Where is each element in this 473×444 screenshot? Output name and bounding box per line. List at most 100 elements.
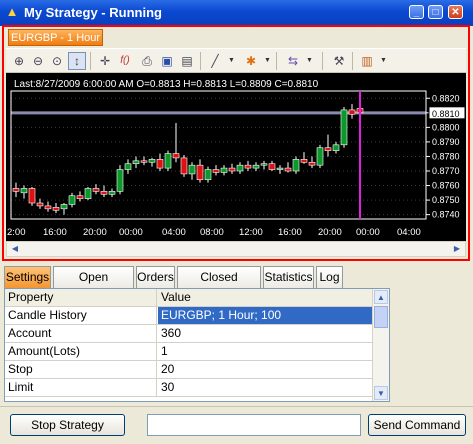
candle-body xyxy=(140,160,148,163)
tab-settings[interactable]: Settings xyxy=(4,266,51,289)
x-tick-label: 00:00 xyxy=(119,227,143,238)
property-name: Account xyxy=(5,325,157,342)
chart-panel: EURGBP - 1 Hour ⊕ ⊖ ⊙ ↕ ✛ f() ⎙ ▣ ▤ ╱ ▼ … xyxy=(2,25,470,261)
chart-tab[interactable]: EURGBP - 1 Hour xyxy=(8,29,103,46)
toolbar-separator xyxy=(352,52,353,70)
line-tool-icon[interactable]: ╱ xyxy=(206,52,224,70)
property-value[interactable]: EURGBP; 1 Hour; 100 xyxy=(158,307,373,324)
candle-body xyxy=(68,195,76,205)
table-row[interactable]: Limit 30 xyxy=(5,379,373,397)
candle-body xyxy=(164,153,172,169)
table-row[interactable]: Account 360 xyxy=(5,325,373,343)
column-header-value[interactable]: Value xyxy=(158,289,373,306)
chart-horizontal-scrollbar[interactable]: ◀ ▶ xyxy=(6,241,466,257)
chevron-down-icon[interactable]: ▼ xyxy=(380,52,387,70)
command-bar: Stop Strategy Send Command xyxy=(0,406,473,444)
candlestick-chart: Last:8/27/2009 6:00:00 AM O=0.8813 H=0.8… xyxy=(6,73,466,241)
send-command-button[interactable]: Send Command xyxy=(368,414,466,436)
stop-strategy-button[interactable]: Stop Strategy xyxy=(10,414,125,436)
x-tick-label: 12:00 xyxy=(239,227,263,238)
candle-body xyxy=(92,188,100,192)
candle-body xyxy=(20,188,28,194)
table-row[interactable]: Stop 20 xyxy=(5,361,373,379)
indicators-icon[interactable]: ⚒ xyxy=(330,52,348,70)
tab-orders[interactable]: Orders xyxy=(136,266,175,288)
candle-body xyxy=(116,169,124,192)
scroll-right-icon[interactable]: ▶ xyxy=(450,243,464,255)
price-chart[interactable]: Last:8/27/2009 6:00:00 AM O=0.8813 H=0.8… xyxy=(6,73,466,241)
candle-body xyxy=(212,169,220,173)
chevron-down-icon[interactable]: ▼ xyxy=(228,52,235,70)
side-panel xyxy=(391,288,469,402)
candle-body xyxy=(44,205,52,210)
table-row[interactable]: Amount(Lots) 1 xyxy=(5,343,373,361)
toolbar-separator xyxy=(322,52,323,70)
cursor-icon[interactable]: ↕ xyxy=(68,52,86,70)
marker-tool-icon[interactable]: ✱ xyxy=(242,52,260,70)
scroll-down-icon[interactable]: ▼ xyxy=(374,386,388,400)
y-tick-label: 0.8800 xyxy=(432,122,460,132)
tab-statistics[interactable]: Statistics xyxy=(263,266,314,288)
candle-body xyxy=(172,153,180,159)
candle-body xyxy=(108,191,116,195)
chart-type-icon[interactable]: ▥ xyxy=(358,52,376,70)
scroll-left-icon[interactable]: ◀ xyxy=(8,243,22,255)
zoom-in-icon[interactable]: ⊕ xyxy=(10,52,28,70)
candle-body xyxy=(188,164,196,175)
scrollbar-thumb[interactable] xyxy=(374,306,388,328)
candle-body xyxy=(292,159,300,172)
chevron-down-icon[interactable]: ▼ xyxy=(264,52,271,70)
scroll-up-icon[interactable]: ▲ xyxy=(374,290,388,304)
window-title: My Strategy - Running xyxy=(24,5,162,20)
property-value[interactable]: 30 xyxy=(158,379,373,396)
toolbar-separator xyxy=(200,52,201,70)
x-tick-label: 2:00 xyxy=(7,227,26,238)
candle-body xyxy=(180,157,188,175)
x-tick-label: 04:00 xyxy=(162,227,186,238)
candle-body xyxy=(76,195,84,199)
y-tick-label: 0.8770 xyxy=(432,166,460,176)
print-icon[interactable]: ⎙ xyxy=(138,52,156,70)
x-tick-label: 20:00 xyxy=(318,227,342,238)
tab-closed-positions[interactable]: Closed Positions xyxy=(177,266,261,304)
y-axis: 0.8820 0.8810 0.8800 0.8790 0.8780 0.8770 0.87… xyxy=(426,93,466,220)
zoom-fit-icon[interactable]: ⊙ xyxy=(48,52,66,70)
object-list-icon[interactable]: ⇆ xyxy=(284,52,302,70)
property-value[interactable]: 360 xyxy=(158,325,373,342)
export-icon[interactable]: ▤ xyxy=(178,52,196,70)
maximize-button[interactable]: □ xyxy=(428,5,443,19)
property-name: Amount(Lots) xyxy=(5,343,157,360)
command-input[interactable] xyxy=(147,414,361,436)
candle-body xyxy=(268,163,276,170)
property-value[interactable]: 1 xyxy=(158,343,373,360)
chart-toolbar: ⊕ ⊖ ⊙ ↕ ✛ f() ⎙ ▣ ▤ ╱ ▼ ✱ ▼ ⇆ ▼ ⚒ ▥ ▼ xyxy=(6,48,466,73)
grid-vertical-scrollbar[interactable]: ▲ ▼ xyxy=(372,289,389,401)
close-button[interactable]: ✕ xyxy=(448,5,463,19)
x-tick-label: 16:00 xyxy=(278,227,302,238)
candle-body xyxy=(196,164,204,181)
tab-log[interactable]: Log xyxy=(316,266,343,288)
candle-body xyxy=(12,188,20,192)
property-value[interactable]: 20 xyxy=(158,361,373,378)
property-name: Stop xyxy=(5,361,157,378)
strategy-app-icon: ▲ xyxy=(5,4,19,19)
x-tick-label: 08:00 xyxy=(200,227,224,238)
zoom-out-icon[interactable]: ⊖ xyxy=(29,52,47,70)
crosshair-icon[interactable]: ✛ xyxy=(96,52,114,70)
save-icon[interactable]: ▣ xyxy=(158,52,176,70)
candle-body xyxy=(308,161,316,166)
candle-body xyxy=(332,144,340,151)
minimize-button[interactable]: _ xyxy=(409,5,424,19)
y-tick-label: 0.8790 xyxy=(432,137,460,147)
table-header-row: Property Value xyxy=(5,289,373,307)
function-icon[interactable]: f() xyxy=(116,52,134,70)
table-row[interactable]: Candle History EURGBP; 1 Hour; 100 xyxy=(5,307,373,325)
column-header-property[interactable]: Property xyxy=(5,289,157,306)
title-bar: ▲ My Strategy - Running _ □ ✕ xyxy=(0,0,473,26)
chevron-down-icon[interactable]: ▼ xyxy=(306,52,313,70)
candle-body xyxy=(324,147,332,151)
tab-open-positions[interactable]: Open Positions xyxy=(53,266,134,304)
candle-body xyxy=(124,163,132,170)
settings-property-grid: Property Value Candle History EURGBP; 1 … xyxy=(4,288,390,402)
y-tick-label: 0.8750 xyxy=(432,195,460,205)
